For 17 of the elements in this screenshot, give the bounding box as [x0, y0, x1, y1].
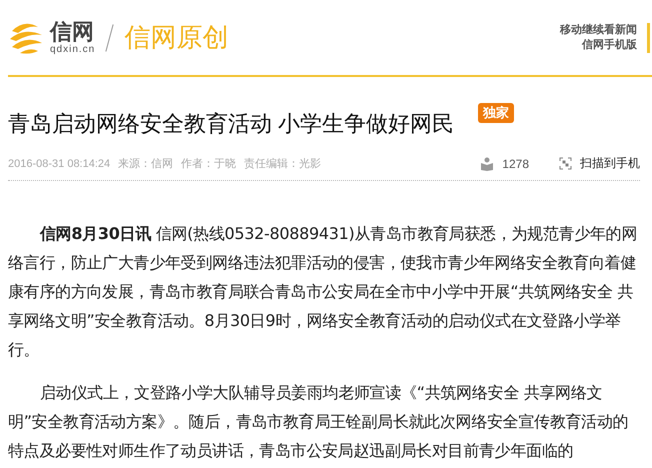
- book-icon: [480, 156, 494, 170]
- scan-to-phone-link[interactable]: 扫描到手机: [580, 155, 640, 172]
- article-paragraph: 启动仪式上，文登路小学大队辅导员姜雨均老师宣读《“共筑网络安全 共享网络文明”安全教育活动方案》。随后，青岛市教育局王铨副局长就此次网络安全宣传教育活动的特点及必要性对师生作了动员讲话，青岛市公安局赵迅副局长对目前青少年面临的: [8, 382, 630, 462]
- source-label: 来源：信网: [118, 157, 174, 171]
- view-count: 1278: [502, 156, 529, 170]
- author-label: 作者：于晓: [181, 157, 236, 171]
- qr-code-icon: [559, 157, 572, 170]
- mobile-link[interactable]: 信网手机版: [582, 38, 637, 52]
- article-paragraph: 信网8月30日讯 信网(热线0532-80889431)从青岛市教育局获悉，为规范青少年的网络言行，防止广大青少年受到网络违法犯罪活动的侵害，使我市青少年网络安全教育向着健康有序的方向发展，青岛市教育局联合青岛市公安局在全市中小学中开展“共筑网络安全 共享网络文明”安全教育活动。8月30日9时，网络安全教育活动的启动仪式在文登路小学举行。: [8, 223, 638, 361]
- exclusive-badge: 独家: [478, 103, 514, 123]
- mobile-link[interactable]: 移动继续看新闻: [560, 22, 637, 38]
- publish-date: 2016-08-31 08:14:24: [8, 158, 110, 170]
- logo-domain: qdxin.cn: [50, 44, 96, 54]
- article-title: 青岛启动网络安全教育活动 小学生争做好网民: [8, 110, 454, 138]
- section-title: 信网原创: [124, 21, 228, 54]
- logo-text: 信网: [50, 20, 95, 42]
- editor-label: 责任编辑：光影: [244, 156, 322, 171]
